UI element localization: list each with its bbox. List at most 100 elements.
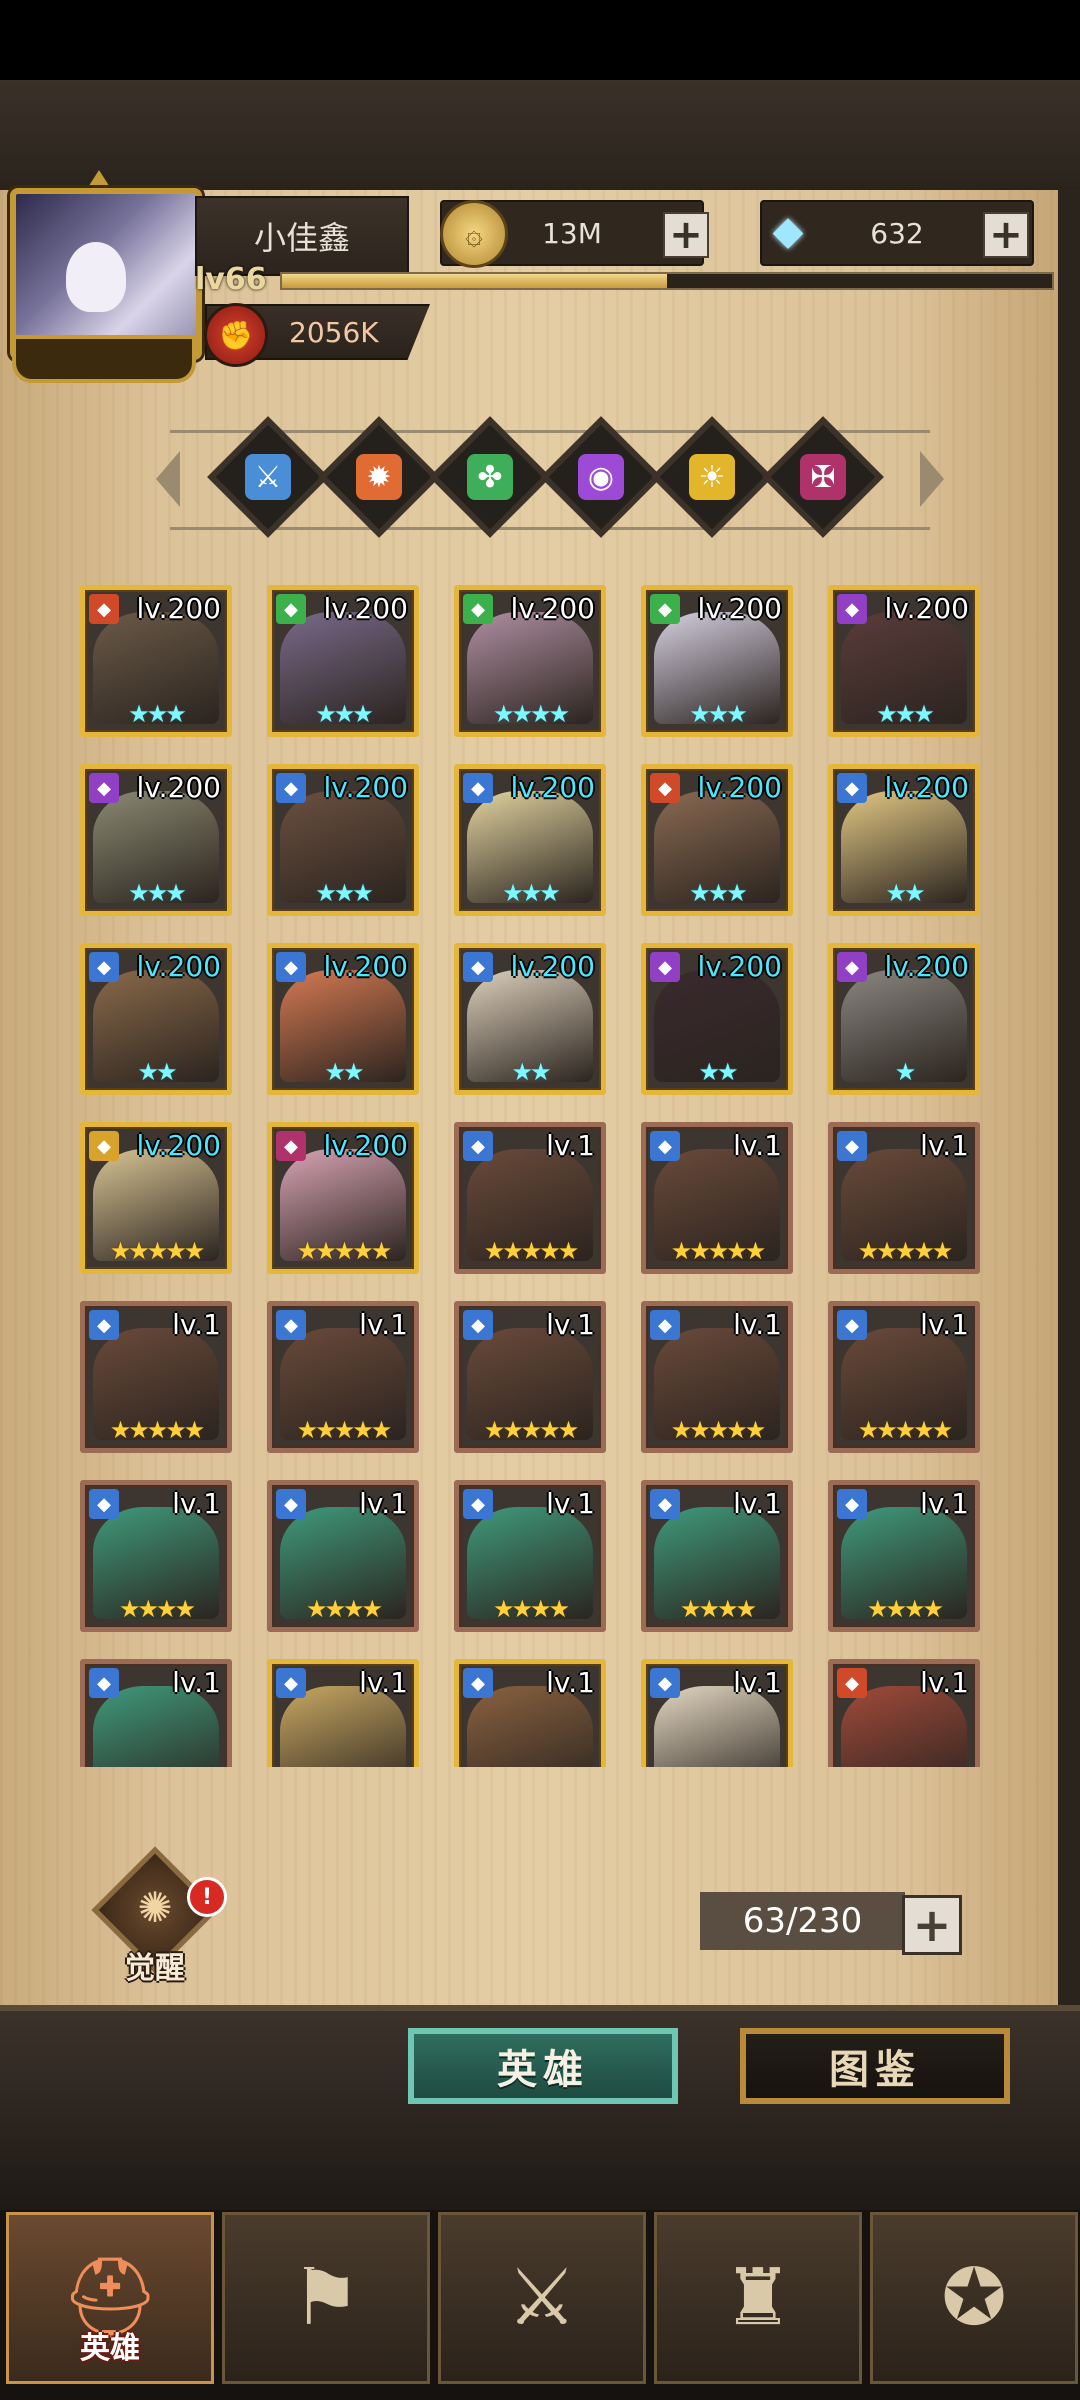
element-badge-icon: ◆: [650, 1668, 680, 1698]
hero-card[interactable]: ◆ lv.200 ★★: [80, 943, 232, 1095]
element-badge-icon: ◆: [837, 773, 867, 803]
awaken-label: 觉醒: [125, 1951, 185, 1986]
panel-edge: [1058, 190, 1080, 2005]
element-badge-icon: ◆: [837, 1131, 867, 1161]
star-rating: ★★★★★: [483, 1416, 580, 1444]
hero-card[interactable]: ◆lv.1★★★★: [828, 1659, 980, 1767]
star-rating: ★★: [137, 1058, 177, 1086]
hero-level: lv.200: [510, 592, 595, 625]
hero-level: lv.1: [546, 1308, 595, 1341]
sword-icon: ⚔: [245, 454, 291, 500]
player-avatar[interactable]: [0, 170, 202, 385]
hero-level: lv.200: [136, 771, 221, 804]
tab-codex[interactable]: 图鉴: [740, 2028, 1010, 2104]
hero-level: lv.1: [172, 1308, 221, 1341]
hero-card[interactable]: ◆ lv.200 ★★★: [641, 764, 793, 916]
fist-icon: ✊: [204, 303, 268, 367]
hero-card[interactable]: ◆ lv.200 ★★★: [267, 585, 419, 737]
star-rating: ★★★★★: [109, 1237, 206, 1265]
hero-level: lv.200: [697, 592, 782, 625]
hero-level: lv.1: [920, 1666, 969, 1699]
star-rating: ★★★★: [679, 1595, 757, 1623]
element-badge-icon: ◆: [463, 1310, 493, 1340]
nav-item-3[interactable]: ⚔: [438, 2212, 646, 2384]
hero-card[interactable]: ◆ lv.200 ★★: [641, 943, 793, 1095]
tab-heroes[interactable]: 英雄: [408, 2028, 678, 2104]
hero-card[interactable]: ◆lv.1★★★★: [454, 1659, 606, 1767]
star-rating: ★★★: [689, 700, 748, 728]
hero-card[interactable]: ◆ lv.200 ★★★: [267, 764, 419, 916]
player-level: lv66: [195, 262, 267, 297]
element-badge-icon: ◆: [276, 952, 306, 982]
alliance-handshake-icon: ✪: [941, 2253, 1007, 2343]
hero-level: lv.1: [920, 1129, 969, 1162]
diamond-icon: ◆: [772, 208, 804, 254]
star-rating: ★★★: [689, 879, 748, 907]
star-rating: ★★★★: [492, 700, 570, 728]
element-badge-icon: ◆: [650, 1489, 680, 1519]
hero-card[interactable]: ◆ lv.200 ★★★: [454, 764, 606, 916]
hero-card[interactable]: ◆ lv.200 ★★★★: [454, 585, 606, 737]
hero-card[interactable]: ◆ lv.200 ★★★★★: [80, 1122, 232, 1274]
hero-card[interactable]: ◆ lv.200 ★★★: [828, 585, 980, 737]
hero-card[interactable]: ◆ lv.1 ★★★★★: [454, 1122, 606, 1274]
hero-level: lv.200: [136, 950, 221, 983]
hero-card[interactable]: ◆lv.1★★★★: [267, 1480, 419, 1632]
hero-level: lv.200: [323, 1129, 408, 1162]
hero-level: lv.200: [323, 592, 408, 625]
star-rating: ★★★: [315, 700, 374, 728]
hero-card[interactable]: ◆ lv.1 ★★★★★: [80, 1301, 232, 1453]
battle-flag-icon: ⚑: [291, 2253, 361, 2343]
element-badge-icon: ◆: [650, 773, 680, 803]
gear-icon: ✹: [356, 454, 402, 500]
hero-card[interactable]: ◆lv.1★★★★: [80, 1659, 232, 1767]
hero-level: lv.1: [920, 1487, 969, 1520]
star-rating: ★★★★★: [670, 1237, 767, 1265]
hero-card[interactable]: ◆lv.1★★★★: [454, 1480, 606, 1632]
star-rating: ★★★★★: [857, 1237, 954, 1265]
hero-card[interactable]: ◆ lv.200 ★★: [267, 943, 419, 1095]
hero-level: lv.1: [359, 1487, 408, 1520]
hero-card[interactable]: ◆ lv.200 ★★★★★: [267, 1122, 419, 1274]
hero-card[interactable]: ◆lv.1★★★★: [641, 1659, 793, 1767]
nav-item-1[interactable]: ⛑ 英雄: [6, 2212, 214, 2384]
hero-card[interactable]: ◆lv.1★★★★: [828, 1480, 980, 1632]
nav-item-5[interactable]: ✪: [870, 2212, 1078, 2384]
element-badge-icon: ◆: [276, 594, 306, 624]
add-gold-button[interactable]: +: [663, 212, 709, 258]
element-badge-icon: ◆: [463, 773, 493, 803]
star-rating: ★★★: [502, 879, 561, 907]
hero-card[interactable]: ◆ lv.200 ★: [828, 943, 980, 1095]
hero-card[interactable]: ◆ lv.200 ★★: [454, 943, 606, 1095]
element-badge-icon: ◆: [89, 594, 119, 624]
hero-card[interactable]: ◆ lv.1 ★★★★★: [828, 1122, 980, 1274]
hero-card[interactable]: ◆ lv.200 ★★★: [641, 585, 793, 737]
star-rating: ★★★★★: [296, 1416, 393, 1444]
hero-level: lv.1: [733, 1666, 782, 1699]
hero-card[interactable]: ◆ lv.200 ★★: [828, 764, 980, 916]
nav-item-2[interactable]: ⚑: [222, 2212, 430, 2384]
hero-card[interactable]: ◆ lv.1 ★★★★★: [641, 1301, 793, 1453]
hero-level: lv.1: [546, 1129, 595, 1162]
expand-capacity-button[interactable]: +: [902, 1895, 962, 1955]
hero-card[interactable]: ◆lv.1★★★★: [267, 1659, 419, 1767]
hero-level: lv.1: [359, 1666, 408, 1699]
hero-card[interactable]: ◆ lv.1 ★★★★★: [454, 1301, 606, 1453]
star-rating: ★★★: [128, 700, 187, 728]
gold-coin-icon: ۞: [440, 200, 508, 268]
hero-level: lv.200: [323, 950, 408, 983]
star-rating: ★★: [885, 879, 925, 907]
hero-card[interactable]: ◆lv.1★★★★: [80, 1480, 232, 1632]
hero-card[interactable]: ◆ lv.1 ★★★★★: [267, 1301, 419, 1453]
filter-right-arrow-icon: [920, 451, 944, 507]
nav-item-4[interactable]: ♜: [654, 2212, 862, 2384]
add-gems-button[interactable]: +: [983, 212, 1029, 258]
awaken-button[interactable]: ✺ 觉醒 !: [91, 1846, 227, 1986]
hero-level: lv.200: [697, 950, 782, 983]
hero-card[interactable]: ◆ lv.200 ★★★: [80, 764, 232, 916]
hero-card[interactable]: ◆ lv.200 ★★★: [80, 585, 232, 737]
hero-card[interactable]: ◆ lv.1 ★★★★★: [641, 1122, 793, 1274]
hero-card[interactable]: ◆ lv.1 ★★★★★: [828, 1301, 980, 1453]
element-badge-icon: ◆: [463, 1489, 493, 1519]
hero-card[interactable]: ◆lv.1★★★★: [641, 1480, 793, 1632]
